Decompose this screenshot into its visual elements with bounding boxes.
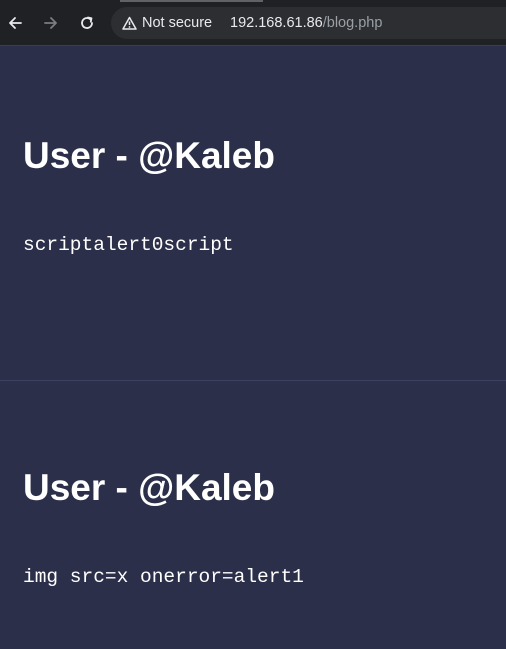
url-text[interactable]: 192.168.61.86/blog.php	[230, 15, 382, 31]
browser-toolbar: Not secure 192.168.61.86/blog.php	[0, 0, 506, 46]
security-label: Not secure	[142, 15, 213, 31]
back-button[interactable]	[4, 12, 26, 34]
post-title: User - @Kaleb	[23, 467, 275, 508]
blog-post: User - @Kaleb scriptalert0script	[0, 46, 506, 380]
url-host: 192.168.61.86	[230, 15, 323, 31]
reload-button[interactable]	[76, 12, 98, 34]
blog-content: User - @Kaleb scriptalert0script User - …	[0, 46, 506, 649]
reload-icon	[81, 16, 93, 29]
forward-button[interactable]	[40, 12, 62, 34]
forward-arrow-icon	[44, 17, 57, 29]
address-bar[interactable]: Not secure 192.168.61.86/blog.php	[111, 7, 506, 39]
blog-post: User - @Kaleb img src=x onerror=alert1	[0, 381, 506, 649]
post-title: User - @Kaleb	[23, 135, 275, 176]
back-arrow-icon	[9, 17, 22, 29]
warning-triangle-icon	[122, 16, 137, 30]
security-chip[interactable]: Not secure	[122, 13, 212, 33]
tab-indicator	[120, 0, 263, 2]
url-path: /blog.php	[322, 15, 383, 31]
post-body: img src=x onerror=alert1	[23, 566, 304, 588]
post-body: scriptalert0script	[23, 234, 234, 256]
